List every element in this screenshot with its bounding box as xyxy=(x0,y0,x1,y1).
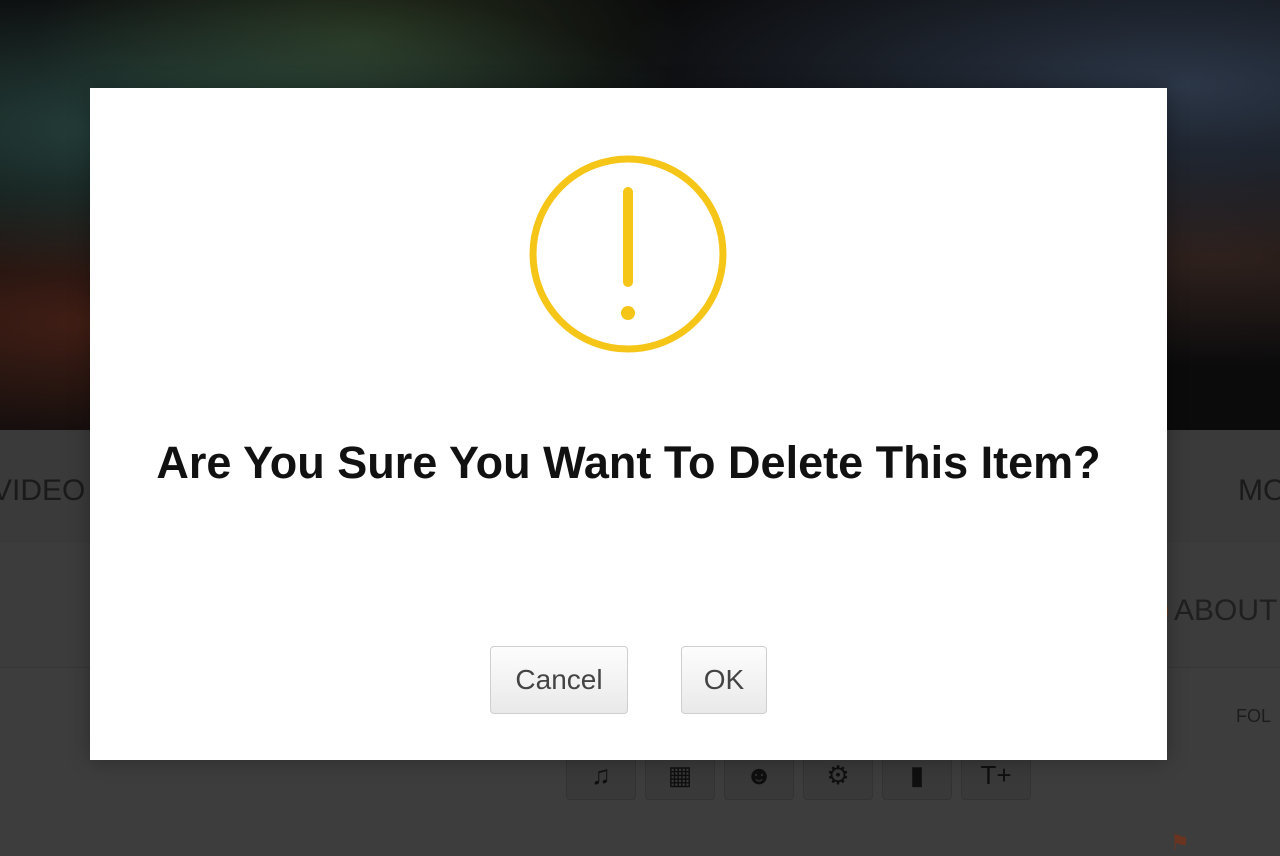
cancel-button[interactable]: Cancel xyxy=(490,646,628,714)
warning-icon xyxy=(529,155,727,353)
confirm-dialog: Are You Sure You Want To Delete This Ite… xyxy=(90,88,1167,760)
ok-button[interactable]: OK xyxy=(681,646,767,714)
dialog-title: Are You Sure You Want To Delete This Ite… xyxy=(156,437,1101,488)
